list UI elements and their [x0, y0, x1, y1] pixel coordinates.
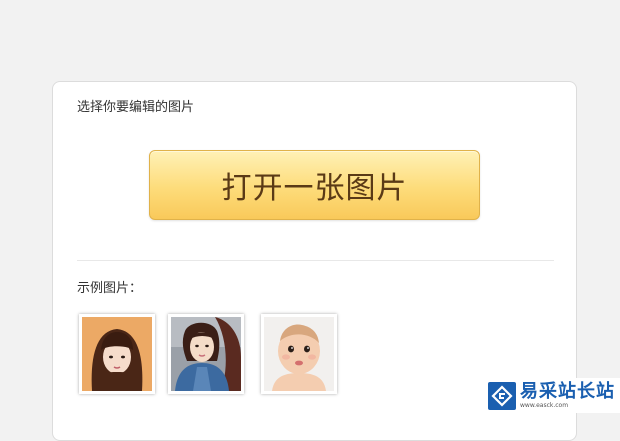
site-watermark: 易采站长站 www.easck.com [486, 378, 620, 413]
watermark-site-name: 易采站长站 [520, 380, 615, 402]
examples-label: 示例图片： [77, 281, 143, 296]
example-photo-baby [264, 317, 334, 391]
example-photo-woman-selfie [171, 317, 241, 391]
site-logo-icon [488, 381, 516, 410]
watermark-site-url: www.easck.com [520, 401, 569, 409]
divider [77, 260, 554, 261]
example-photo-woman-bangs [82, 317, 152, 391]
panel-title: 选择你要编辑的图片 [77, 100, 195, 115]
open-image-button[interactable]: 打开一张图片 [149, 150, 480, 220]
example-thumbnail-1[interactable] [79, 314, 155, 394]
example-thumbnail-3[interactable] [261, 314, 337, 394]
example-thumbnail-2[interactable] [168, 314, 244, 394]
